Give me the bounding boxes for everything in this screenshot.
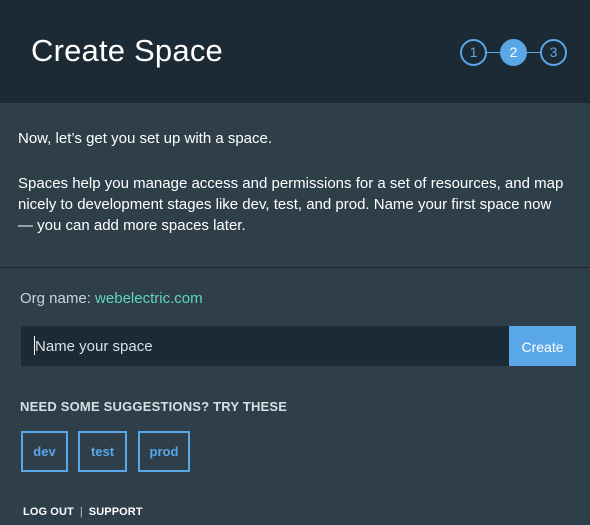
- text-cursor: [34, 336, 35, 355]
- intro-line-2: Spaces help you manage access and permis…: [18, 175, 564, 234]
- progress-stepper: 1 2 3: [460, 39, 568, 66]
- page-title: Create Space: [31, 33, 223, 68]
- suggestion-chip-dev[interactable]: dev: [21, 431, 68, 472]
- suggestion-chip-prod[interactable]: prod: [138, 431, 190, 472]
- step-connector-1-2: [487, 52, 500, 53]
- support-link[interactable]: SUPPORT: [89, 506, 143, 518]
- create-button[interactable]: Create: [509, 326, 576, 366]
- space-name-input[interactable]: [21, 326, 509, 366]
- logout-link[interactable]: LOG OUT: [23, 506, 74, 518]
- footer-separator: |: [79, 506, 83, 518]
- suggestions-heading: NEED SOME SUGGESTIONS? TRY THESE: [20, 399, 288, 414]
- org-name-value: webelectric.com: [95, 290, 203, 307]
- step-1: 1: [460, 39, 487, 66]
- section-divider: [0, 267, 590, 268]
- intro-line-1: Now, let’s get you set up with a space.: [18, 130, 273, 147]
- suggestion-chip-test[interactable]: test: [78, 431, 127, 472]
- intro-text: Now, let’s get you set up with a space. …: [18, 128, 568, 236]
- step-3: 3: [540, 39, 567, 66]
- step-connector-2-3: [527, 52, 540, 53]
- footer-links: LOG OUT | SUPPORT: [23, 505, 143, 519]
- space-name-field: [21, 326, 509, 366]
- org-name-label: Org name:: [20, 290, 91, 307]
- header-bar: Create Space 1 2 3: [0, 0, 590, 103]
- step-2-current: 2: [500, 39, 527, 66]
- org-name: Org name: webelectric.com: [20, 289, 203, 309]
